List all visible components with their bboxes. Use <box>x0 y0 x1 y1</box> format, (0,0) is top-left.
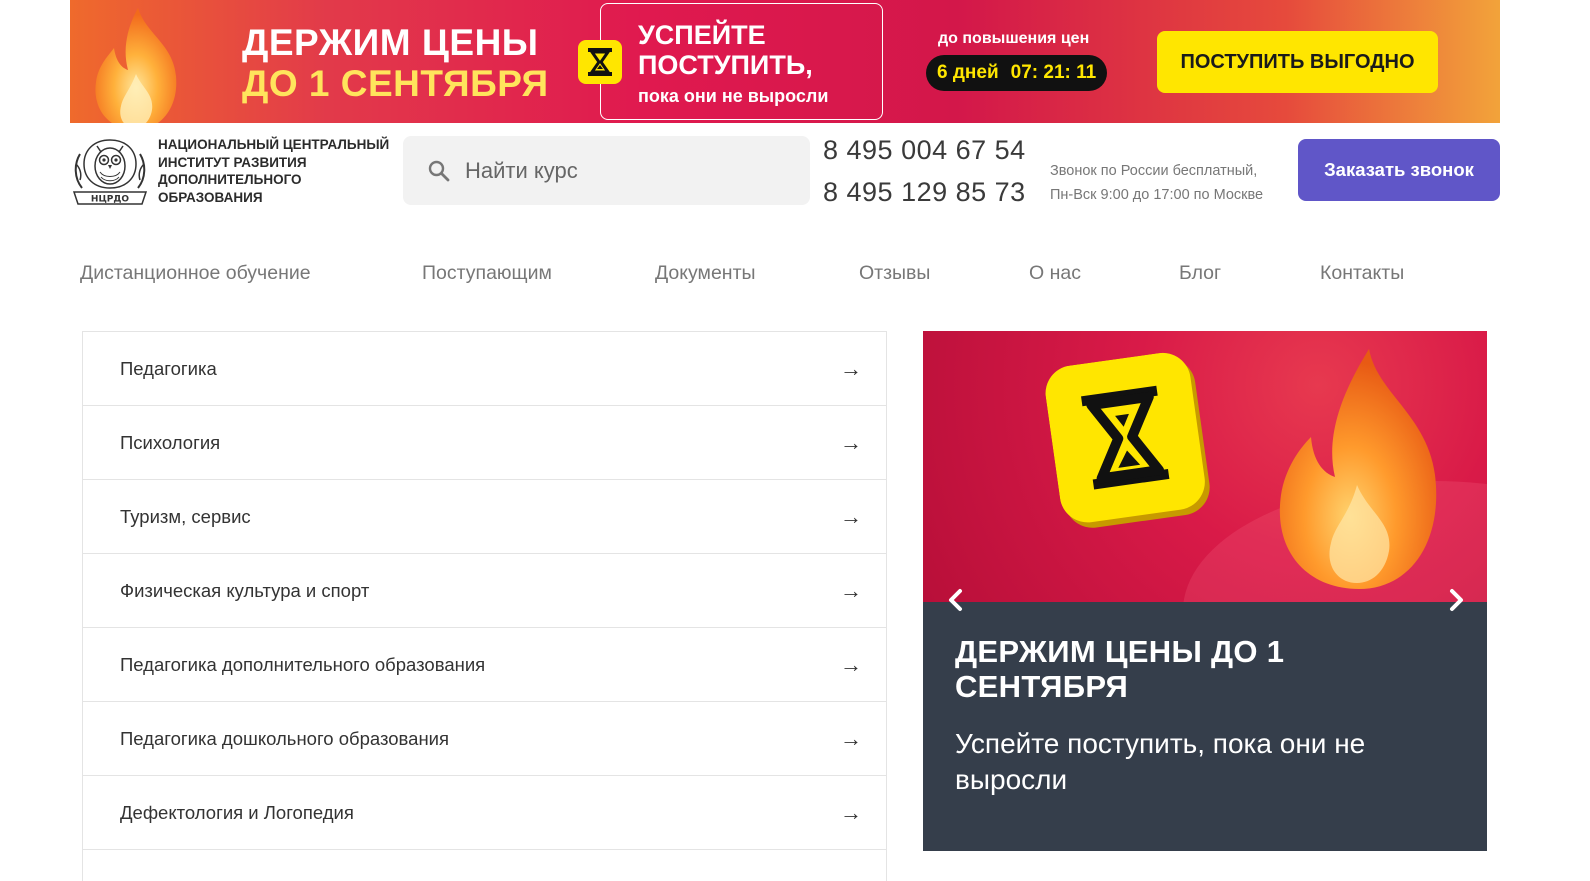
arrow-right-icon: → <box>840 725 862 751</box>
countdown-days: 6 дней <box>937 62 999 83</box>
category-label: Педагогика дополнительного образования <box>120 653 486 675</box>
category-label: Физическая культура и спорт <box>120 579 370 601</box>
call-hours: Звонок по России бесплатный, Пн-Вск 9:00… <box>1050 159 1263 207</box>
hourglass-icon <box>1045 352 1210 528</box>
category-label: Педагогика <box>120 357 217 379</box>
category-label: Педагогика дошкольного образования <box>120 727 450 749</box>
category-item[interactable]: Дефектология и Логопедия → <box>83 776 886 850</box>
category-label: Дефектология и Логопедия <box>120 801 354 823</box>
arrow-right-icon: → <box>840 577 862 603</box>
hourglass-icon <box>578 40 622 84</box>
logo-emblem-text: НЦРДО <box>91 195 129 205</box>
slide-caption[interactable]: ДЕРЖИМ ЦЕНЫ ДО 1 СЕНТЯБРЯ Успейте поступ… <box>923 602 1487 851</box>
category-list: Педагогика → Психология → Туризм, сервис… <box>82 331 887 881</box>
call-hours-line2: Пн-Вск 9:00 до 17:00 по Москве <box>1050 187 1264 203</box>
promo-title: ДЕРЖИМ ЦЕНЫ ДО 1 СЕНТЯБРЯ <box>242 22 549 104</box>
promo-title-line1: ДЕРЖИМ ЦЕНЫ <box>242 22 539 63</box>
chevron-right-icon[interactable] <box>1441 585 1471 615</box>
category-label: Туризм, сервис <box>120 505 251 527</box>
slide-title: ДЕРЖИМ ЦЕНЫ ДО 1 СЕНТЯБРЯ <box>955 634 1285 704</box>
promo-box-small: пока они не выросли <box>638 86 829 106</box>
search-icon <box>428 160 450 181</box>
search-input[interactable] <box>465 157 785 184</box>
search-bar[interactable] <box>403 136 810 205</box>
arrow-right-icon: → <box>840 429 862 455</box>
nav-item-about[interactable]: О нас <box>1029 262 1081 285</box>
request-call-button[interactable]: Заказать звонок <box>1298 139 1500 201</box>
category-item[interactable]: Педагогика дополнительного образования → <box>83 628 886 702</box>
arrow-right-icon: → <box>840 651 862 677</box>
category-item[interactable]: Туризм, сервис → <box>83 480 886 554</box>
flame-icon <box>95 8 177 123</box>
promo-banner[interactable]: ДЕРЖИМ ЦЕНЫ ДО 1 СЕНТЯБРЯ УСПЕЙТЕ ПОСТУП… <box>70 0 1500 123</box>
countdown-time: 07: 21: 11 <box>1010 62 1097 83</box>
nav-item-contacts[interactable]: Контакты <box>1320 262 1404 285</box>
category-label: Психология <box>120 431 221 453</box>
slide-subtitle: Успейте поступить, пока они не выросли <box>955 728 1366 795</box>
countdown-label: до повышения цен <box>938 30 1090 47</box>
countdown-timer: 6 дней 07: 21: 11 <box>926 55 1108 91</box>
nav-item-documents[interactable]: Документы <box>655 262 756 285</box>
promo-slider: ДЕРЖИМ ЦЕНЫ ДО 1 СЕНТЯБРЯ Успейте поступ… <box>923 331 1487 851</box>
category-item[interactable]: Педагогика дошкольного образования → <box>83 702 886 776</box>
arrow-right-icon: → <box>840 355 862 381</box>
phone-number-1[interactable]: 8 495 004 67 54 <box>823 135 1026 166</box>
category-item[interactable]: Педагогика → <box>83 332 886 406</box>
logo-title[interactable]: Национальный центральный институт развит… <box>158 136 398 206</box>
phone-number-2[interactable]: 8 495 129 85 73 <box>823 177 1026 208</box>
promo-box-heading: УСПЕЙТЕ ПОСТУПИТЬ, <box>638 20 813 80</box>
promo-message-box: УСПЕЙТЕ ПОСТУПИТЬ, пока они не выросли <box>600 3 883 120</box>
enroll-discount-button[interactable]: ПОСТУПИТЬ ВЫГОДНО <box>1157 31 1438 93</box>
arrow-right-icon: → <box>840 503 862 529</box>
promo-title-line2: ДО 1 СЕНТЯБРЯ <box>242 63 549 104</box>
nav-item-reviews[interactable]: Отзывы <box>859 262 930 285</box>
promo-box-line1: УСПЕЙТЕ <box>638 20 766 50</box>
owl-emblem-logo[interactable]: НЦРДО <box>70 134 150 206</box>
arrow-right-icon: → <box>840 799 862 825</box>
call-hours-line1: Звонок по России бесплатный, <box>1050 163 1258 179</box>
flame-icon <box>1279 349 1437 589</box>
nav-item-applicants[interactable]: Поступающим <box>422 262 552 285</box>
chevron-left-icon[interactable] <box>941 585 971 615</box>
nav-item-blog[interactable]: Блог <box>1179 262 1221 285</box>
category-item[interactable]: Физическая культура и спорт → <box>83 554 886 628</box>
category-item[interactable]: Психология → <box>83 406 886 480</box>
promo-box-line2: ПОСТУПИТЬ, <box>638 50 813 80</box>
slide-image[interactable] <box>923 331 1487 602</box>
nav-item-distance-learning[interactable]: Дистанционное обучение <box>80 262 311 285</box>
